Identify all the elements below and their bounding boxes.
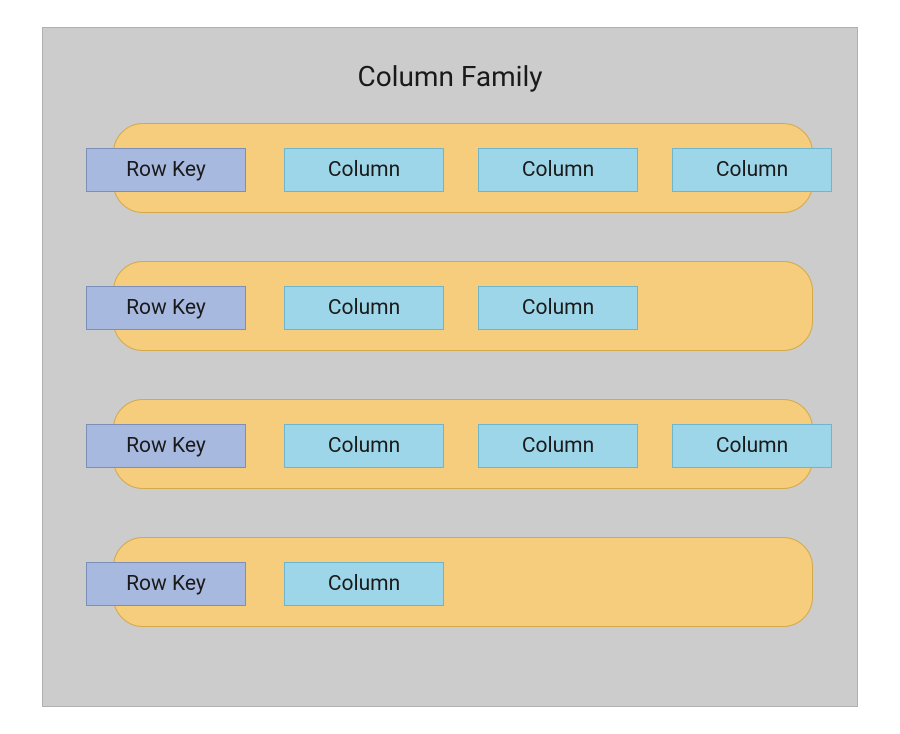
column-box: Column	[284, 286, 444, 330]
row-pill: Row KeyColumnColumnColumn	[113, 399, 813, 489]
column-box: Column	[478, 424, 638, 468]
columns-container: Column Column Column	[284, 424, 832, 468]
row-key-box: Row Key	[86, 148, 246, 192]
rows-wrapper: Row KeyColumnColumnColumnRow KeyColumnCo…	[43, 103, 857, 627]
column-box: Column	[284, 148, 444, 192]
row-key-box: Row Key	[86, 562, 246, 606]
diagram-title: Column Family	[43, 28, 857, 103]
row-key-box: Row Key	[86, 286, 246, 330]
columns-container: Column Column	[284, 286, 638, 330]
column-box: Column	[478, 148, 638, 192]
columns-container: Column	[284, 562, 444, 606]
row-pill: Row KeyColumn	[113, 537, 813, 627]
row-pill: Row KeyColumnColumnColumn	[113, 123, 813, 213]
row-pill: Row KeyColumnColumn	[113, 261, 813, 351]
column-box: Column	[284, 562, 444, 606]
column-box: Column	[672, 424, 832, 468]
column-box: Column	[284, 424, 444, 468]
column-box: Column	[672, 148, 832, 192]
column-family-diagram: Column Family Row KeyColumnColumnColumnR…	[42, 27, 858, 707]
row-key-box: Row Key	[86, 424, 246, 468]
columns-container: Column Column Column	[284, 148, 832, 192]
column-box: Column	[478, 286, 638, 330]
